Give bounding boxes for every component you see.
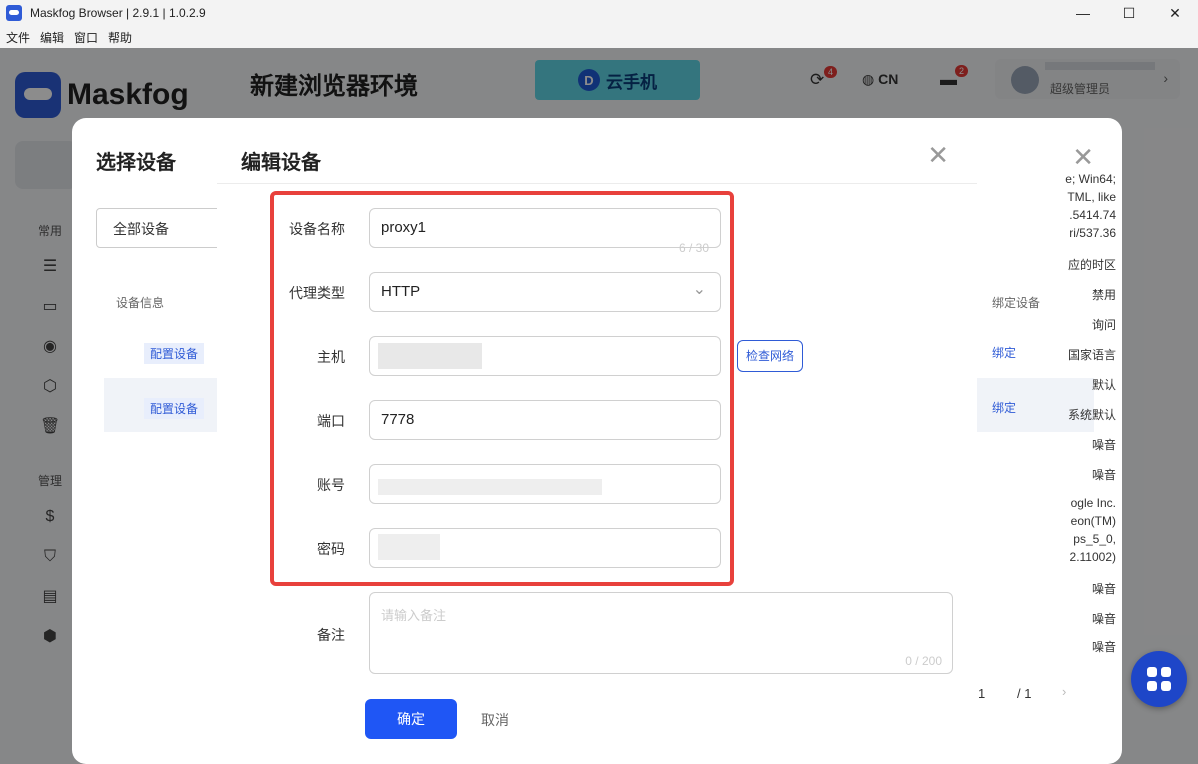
right-text: 国家语言 — [1067, 348, 1116, 362]
remark-placeholder: 请输入备注 — [381, 608, 447, 623]
confirm-button[interactable]: 确定 — [365, 699, 457, 739]
col-device-info: 设备信息 — [116, 296, 165, 310]
host-label: 主机 — [317, 349, 345, 365]
account-label: 账号 — [317, 477, 345, 493]
check-network-button[interactable]: 检查网络 — [737, 340, 803, 372]
close-icon[interactable]: ✕ — [927, 142, 949, 168]
device-name-counter: 6 / 30 — [679, 241, 710, 255]
proxy-type-select[interactable]: HTTP — [369, 272, 721, 312]
apps-fab-button[interactable] — [1131, 651, 1187, 707]
right-text: 噪音 — [1091, 640, 1116, 654]
dialog-header: 编辑设备 ✕ — [217, 118, 977, 184]
right-text: ogle Inc. — [1070, 496, 1116, 510]
grid-icon — [1147, 667, 1157, 677]
right-text: eon(TM) — [1070, 514, 1116, 528]
right-text: 噪音 — [1091, 468, 1116, 482]
right-text: 噪音 — [1091, 438, 1116, 452]
password-label: 密码 — [317, 541, 345, 557]
dialog-title: 编辑设备 — [241, 152, 321, 174]
port-label: 端口 — [317, 413, 345, 429]
right-text: 系统默认 — [1067, 408, 1116, 422]
remark-counter: 0 / 200 — [905, 654, 942, 668]
window-title: Maskfog Browser | 2.9.1 | 1.0.2.9 — [30, 6, 206, 20]
menu-file[interactable]: 文件 — [6, 29, 30, 46]
right-text: 2.11002) — [1069, 550, 1116, 564]
highlight-box — [270, 191, 734, 586]
right-text: ps_5_0, — [1073, 532, 1116, 546]
right-text: 应的时区 — [1067, 258, 1116, 272]
bind-link[interactable]: 绑定 — [992, 344, 1016, 361]
account-redacted — [378, 479, 602, 495]
right-text: 禁用 — [1091, 288, 1116, 302]
menu-help[interactable]: 帮助 — [108, 29, 132, 46]
app-icon — [6, 5, 22, 21]
grid-icon — [1161, 681, 1171, 691]
grid-icon — [1161, 667, 1171, 677]
proxy-type-value: HTTP — [381, 283, 421, 300]
cancel-button[interactable]: 取消 — [481, 710, 509, 730]
config-device-tag[interactable]: 配置设备 — [144, 398, 205, 419]
minimize-button[interactable]: — — [1060, 0, 1106, 26]
maximize-button[interactable]: ☐ — [1106, 0, 1152, 26]
remark-label: 备注 — [317, 627, 345, 643]
password-redacted — [378, 534, 440, 560]
pager-current[interactable]: 1 — [978, 686, 985, 701]
device-filter-select[interactable]: 全部设备 — [96, 208, 226, 248]
proxy-type-label: 代理类型 — [289, 285, 345, 301]
host-redacted — [378, 343, 482, 369]
bind-link[interactable]: 绑定 — [992, 399, 1016, 416]
right-text: 噪音 — [1091, 582, 1116, 596]
edit-device-dialog: 编辑设备 ✕ 设备名称 proxy1 6 / 30 代理类型 HTTP 主机 检… — [217, 118, 977, 764]
right-text: ri/537.36 — [1069, 226, 1116, 240]
config-device-tag[interactable]: 配置设备 — [144, 343, 205, 364]
menu-edit[interactable]: 编辑 — [40, 29, 64, 46]
menu-window[interactable]: 窗口 — [74, 29, 98, 46]
pager-next[interactable]: › — [1062, 684, 1066, 699]
right-text: .5414.74 — [1069, 208, 1116, 222]
close-window-button[interactable]: ✕ — [1152, 0, 1198, 26]
window-titlebar: Maskfog Browser | 2.9.1 | 1.0.2.9 — ☐ ✕ — [0, 0, 1198, 26]
menubar: 文件 编辑 窗口 帮助 — [0, 26, 1198, 48]
device-name-label: 设备名称 — [289, 221, 345, 237]
col-bind-device: 绑定设备 — [992, 296, 1041, 310]
right-text: 默认 — [1091, 378, 1116, 392]
right-text: 询问 — [1091, 318, 1116, 332]
close-icon[interactable]: ✕ — [1072, 142, 1094, 173]
right-text: TML, like — [1067, 190, 1116, 204]
remark-textarea[interactable]: 请输入备注 0 / 200 — [369, 592, 953, 674]
grid-icon — [1147, 681, 1157, 691]
right-text: 噪音 — [1091, 612, 1116, 626]
pager-total: / 1 — [1017, 686, 1032, 701]
device-name-input[interactable]: proxy1 — [369, 208, 721, 248]
right-text: e; Win64; — [1065, 172, 1116, 186]
select-device-title: 选择设备 — [96, 152, 176, 174]
port-input[interactable]: 7778 — [369, 400, 721, 440]
